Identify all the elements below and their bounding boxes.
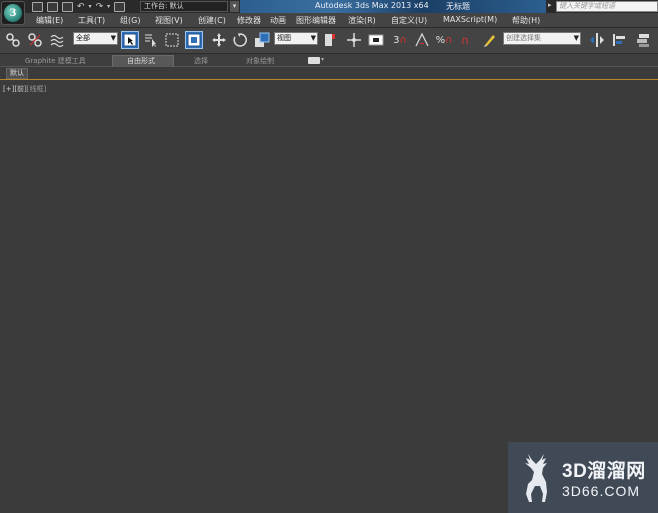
percent-snap-label: % (435, 34, 446, 46)
snaps-toggle-icon[interactable]: 3 ∩ (391, 31, 409, 49)
reference-coordinate-value: 视图 (277, 34, 291, 42)
selection-filter-dropdown[interactable]: 全部 ▼ (73, 32, 118, 45)
named-selection-value: 创建选择集 (506, 34, 541, 42)
select-and-rotate-icon[interactable] (231, 31, 249, 49)
select-object-icon[interactable] (121, 31, 139, 49)
tab-object-paint[interactable]: 对象绘制 (246, 56, 274, 66)
project-folder-icon[interactable] (114, 1, 126, 12)
select-by-name-icon[interactable] (142, 31, 160, 49)
select-and-link-icon[interactable] (4, 31, 22, 49)
select-and-scale-icon[interactable] (253, 31, 271, 49)
unlink-selection-icon[interactable] (26, 31, 44, 49)
align-icon[interactable] (610, 31, 628, 49)
tab-graphite-modeling[interactable]: Graphite 建模工具 (25, 56, 86, 66)
app-title: Autodesk 3ds Max 2013 x64 (315, 1, 429, 10)
spinner-snap-toggle-icon[interactable]: ∩ (456, 31, 474, 49)
open-file-icon[interactable] (47, 1, 58, 12)
menu-maxscript[interactable]: MAXScript(M) (443, 15, 497, 24)
undo-dropdown-icon[interactable]: ▾ (89, 3, 92, 10)
named-selection-dropdown[interactable]: 创建选择集 ▼ (503, 32, 581, 45)
chevron-down-icon: ▼ (573, 34, 579, 42)
save-file-icon[interactable] (62, 1, 73, 12)
rectangular-selection-region-icon[interactable] (163, 31, 181, 49)
viewport-shading-label[interactable]: [线框] (27, 85, 46, 93)
menu-help[interactable]: 帮助(H) (512, 15, 540, 26)
ribbon-tab-bar: Graphite 建模工具 自由形式 选择 对象绘制 ▾ (0, 55, 658, 67)
menu-views[interactable]: 视图(V) (155, 15, 183, 26)
mirror-icon[interactable] (588, 31, 606, 49)
selection-filter-value: 全部 (76, 34, 90, 42)
ribbon-panel-label[interactable]: 默认 (6, 68, 28, 79)
menu-animation[interactable]: 动画 (270, 15, 286, 26)
menu-rendering[interactable]: 渲染(R) (348, 15, 376, 26)
reference-coordinate-dropdown[interactable]: 视图 ▼ (274, 32, 318, 45)
keyboard-shortcut-override-icon[interactable] (367, 31, 385, 49)
use-pivot-center-icon[interactable] (321, 31, 339, 49)
viewport-menu-plus[interactable]: [+] (3, 85, 14, 93)
deer-logo-icon (525, 454, 547, 502)
edit-named-selection-icon[interactable] (481, 31, 499, 49)
percent-snap-toggle-icon[interactable]: % ∩ (435, 31, 453, 49)
bind-to-space-warp-icon[interactable] (48, 31, 66, 49)
ribbon-panel: 默认 (0, 67, 658, 80)
app-menu-button[interactable]: 3 (1, 1, 25, 25)
watermark: 3D溜溜网 3D66.COM (508, 442, 658, 513)
menu-graph-editors[interactable]: 图形编辑器 (296, 15, 336, 26)
menu-tools[interactable]: 工具(T) (78, 15, 105, 26)
redo-icon[interactable]: ↷ (96, 2, 104, 12)
menu-edit[interactable]: 编辑(E) (36, 15, 63, 26)
menu-group[interactable]: 组(G) (120, 15, 140, 26)
chevron-down-icon[interactable]: ▾ (321, 56, 324, 63)
chevron-down-icon: ▼ (110, 34, 116, 42)
watermark-text: 3D溜溜网 3D66.COM (562, 456, 646, 499)
tab-freeform[interactable]: 自由形式 (127, 56, 155, 66)
chevron-down-icon: ▼ (310, 34, 316, 42)
menu-bar: 编辑(E) 工具(T) 组(G) 视图(V) 创建(C) 修改器 动画 图形编辑… (0, 13, 658, 28)
select-and-move-icon[interactable] (210, 31, 228, 49)
search-arrow-icon[interactable]: ▸ (548, 1, 555, 12)
menu-customize[interactable]: 自定义(U) (391, 15, 427, 26)
tab-selection[interactable]: 选择 (194, 56, 208, 66)
redo-dropdown-icon[interactable]: ▾ (107, 3, 110, 10)
angle-snap-toggle-icon[interactable] (413, 31, 431, 49)
viewport-view-label[interactable]: [前] (14, 85, 26, 93)
ribbon-display-toggle-icon[interactable] (308, 57, 320, 64)
watermark-url: 3D66.COM (562, 483, 641, 499)
select-and-manipulate-icon[interactable] (345, 31, 363, 49)
search-input[interactable]: 键入关键字或短语 (556, 1, 658, 12)
layer-manager-icon[interactable] (634, 31, 652, 49)
document-name: 无标题 (446, 2, 470, 11)
menu-create[interactable]: 创建(C) (198, 15, 226, 26)
main-toolbar: 全部 ▼ 视图 ▼ 3 ∩ % ∩ ∩ 创建选择集 ▼ (0, 28, 658, 54)
menu-modifiers[interactable]: 修改器 (237, 15, 261, 26)
undo-icon[interactable]: ↶ (77, 2, 85, 12)
3dsmax-logo-icon: 3 (4, 4, 22, 22)
window-crossing-icon[interactable] (185, 31, 203, 49)
workspace-dropdown-arrow[interactable]: ▾ (230, 1, 239, 12)
watermark-brand: 3D溜溜网 (562, 461, 646, 482)
workspace-selector[interactable]: 工作台: 默认 (140, 1, 228, 12)
new-file-icon[interactable] (32, 1, 43, 12)
quick-access-toolbar: ↶ ▾ ↷ ▾ (32, 1, 126, 12)
viewport-label[interactable]: [+][前][线框] (3, 84, 46, 94)
